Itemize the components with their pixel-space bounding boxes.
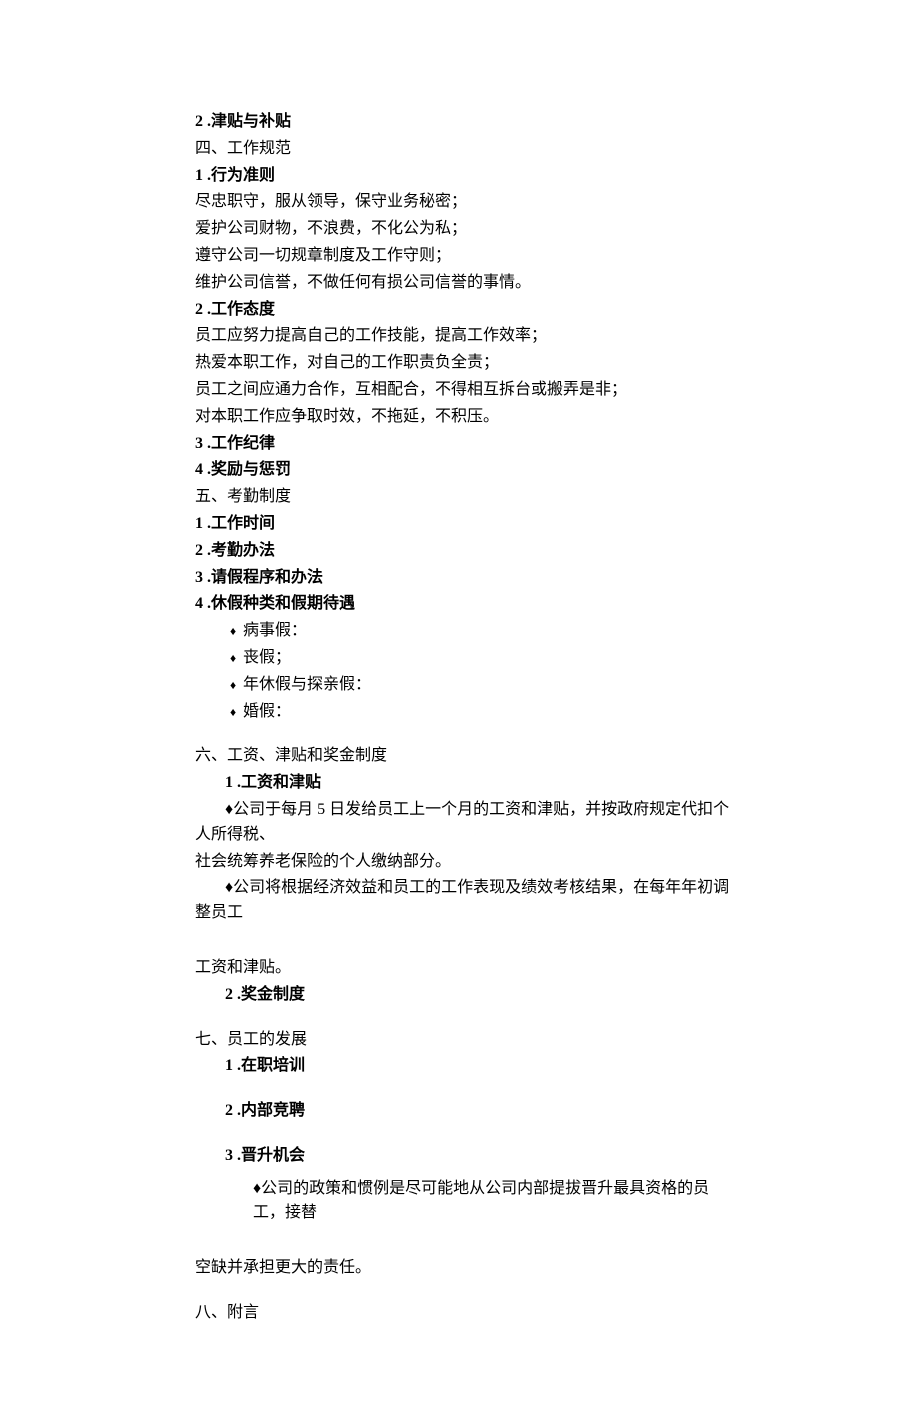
list-number: 4 bbox=[195, 461, 203, 478]
list-number: 1 bbox=[225, 1057, 233, 1074]
heading-item: 2 .工作态度 bbox=[195, 298, 740, 323]
list-number: 3 bbox=[225, 1147, 233, 1164]
body-text: 维护公司信誉，不做任何有损公司信誉的事情。 bbox=[195, 271, 740, 296]
body-text: 尽忠职守，服从领导，保守业务秘密； bbox=[195, 190, 740, 215]
heading-text: .内部竞聘 bbox=[237, 1102, 305, 1119]
section-heading: 八、附言 bbox=[195, 1301, 740, 1326]
body-text: ♦公司于每月 5 日发给员工上一个月的工资和津贴，并按政府规定代扣个人所得税、 bbox=[195, 798, 740, 848]
heading-item: 3 .请假程序和办法 bbox=[195, 566, 740, 591]
list-number: 1 bbox=[195, 167, 203, 184]
heading-text: .休假种类和假期待遇 bbox=[207, 595, 355, 612]
heading-text: .行为准则 bbox=[207, 167, 275, 184]
list-number: 2 bbox=[195, 542, 203, 559]
heading-text: .奖金制度 bbox=[237, 986, 305, 1003]
diamond-icon: ♦ bbox=[223, 649, 243, 668]
list-item: ♦年休假与探亲假： bbox=[223, 673, 740, 698]
heading-text: .工作时间 bbox=[207, 515, 275, 532]
body-text: 员工之间应通力合作，互相配合，不得相互拆台或搬弄是非； bbox=[195, 378, 740, 403]
heading-item: 1 .工资和津贴 bbox=[195, 771, 740, 796]
heading-item: 4 .休假种类和假期待遇 bbox=[195, 592, 740, 617]
heading-text: .请假程序和办法 bbox=[207, 569, 323, 586]
body-text: ♦公司的政策和惯例是尽可能地从公司内部提拔晋升最具资格的员工，接替 bbox=[195, 1177, 740, 1227]
bullet-text: 年休假与探亲假： bbox=[243, 676, 371, 693]
heading-item: 2 .考勤办法 bbox=[195, 539, 740, 564]
list-number: 2 bbox=[225, 986, 233, 1003]
heading-text: .考勤办法 bbox=[207, 542, 275, 559]
heading-item: 2 .津贴与补贴 bbox=[195, 110, 740, 135]
list-number: 2 bbox=[195, 113, 203, 130]
list-number: 2 bbox=[195, 301, 203, 318]
heading-item: 1 .行为准则 bbox=[195, 164, 740, 189]
diamond-icon: ♦ bbox=[223, 676, 243, 695]
bullet-text: 婚假： bbox=[243, 703, 291, 720]
heading-text: .奖励与惩罚 bbox=[207, 461, 291, 478]
body-text: 社会统筹养老保险的个人缴纳部分。 bbox=[195, 850, 740, 875]
body-text: 遵守公司一切规章制度及工作守则； bbox=[195, 244, 740, 269]
list-number: 2 bbox=[225, 1102, 233, 1119]
section-heading: 七、员工的发展 bbox=[195, 1028, 740, 1053]
body-text: 热爱本职工作，对自己的工作职责负全责； bbox=[195, 351, 740, 376]
heading-text: .在职培训 bbox=[237, 1057, 305, 1074]
list-number: 1 bbox=[225, 774, 233, 791]
heading-item: 4 .奖励与惩罚 bbox=[195, 458, 740, 483]
heading-text: .工作纪律 bbox=[207, 435, 275, 452]
list-number: 3 bbox=[195, 435, 203, 452]
body-text: 工资和津贴。 bbox=[195, 956, 740, 981]
bullet-text: 病事假： bbox=[243, 622, 307, 639]
list-number: 1 bbox=[195, 515, 203, 532]
heading-text: .晋升机会 bbox=[237, 1147, 305, 1164]
list-item: ♦病事假： bbox=[223, 619, 740, 644]
list-item: ♦婚假： bbox=[223, 700, 740, 725]
heading-item: 2 .奖金制度 bbox=[195, 983, 740, 1008]
list-number: 3 bbox=[195, 569, 203, 586]
diamond-icon: ♦ bbox=[223, 622, 243, 641]
section-heading: 四、工作规范 bbox=[195, 137, 740, 162]
heading-text: .津贴与补贴 bbox=[207, 113, 291, 130]
body-text: 空缺并承担更大的责任。 bbox=[195, 1256, 740, 1281]
list-number: 4 bbox=[195, 595, 203, 612]
body-text: 员工应努力提高自己的工作技能，提高工作效率； bbox=[195, 324, 740, 349]
diamond-icon: ♦ bbox=[223, 703, 243, 722]
section-heading: 六、工资、津贴和奖金制度 bbox=[195, 744, 740, 769]
heading-text: .工资和津贴 bbox=[237, 774, 321, 791]
heading-item: 1 .工作时间 bbox=[195, 512, 740, 537]
section-heading: 五、考勤制度 bbox=[195, 485, 740, 510]
body-text: 对本职工作应争取时效，不拖延，不积压。 bbox=[195, 405, 740, 430]
heading-item: 3 .晋升机会 bbox=[195, 1144, 740, 1169]
bullet-list: ♦病事假： ♦丧假； ♦年休假与探亲假： ♦婚假： bbox=[223, 619, 740, 724]
heading-item: 2 .内部竞聘 bbox=[195, 1099, 740, 1124]
body-text: ♦公司将根据经济效益和员工的工作表现及绩效考核结果，在每年年初调整员工 bbox=[195, 876, 740, 926]
heading-item: 1 .在职培训 bbox=[195, 1054, 740, 1079]
document-page: 2 .津贴与补贴 四、工作规范 1 .行为准则 尽忠职守，服从领导，保守业务秘密… bbox=[0, 0, 920, 1408]
body-text: 爱护公司财物，不浪费，不化公为私； bbox=[195, 217, 740, 242]
heading-item: 3 .工作纪律 bbox=[195, 432, 740, 457]
bullet-text: 丧假； bbox=[243, 649, 291, 666]
heading-text: .工作态度 bbox=[207, 301, 275, 318]
list-item: ♦丧假； bbox=[223, 646, 740, 671]
